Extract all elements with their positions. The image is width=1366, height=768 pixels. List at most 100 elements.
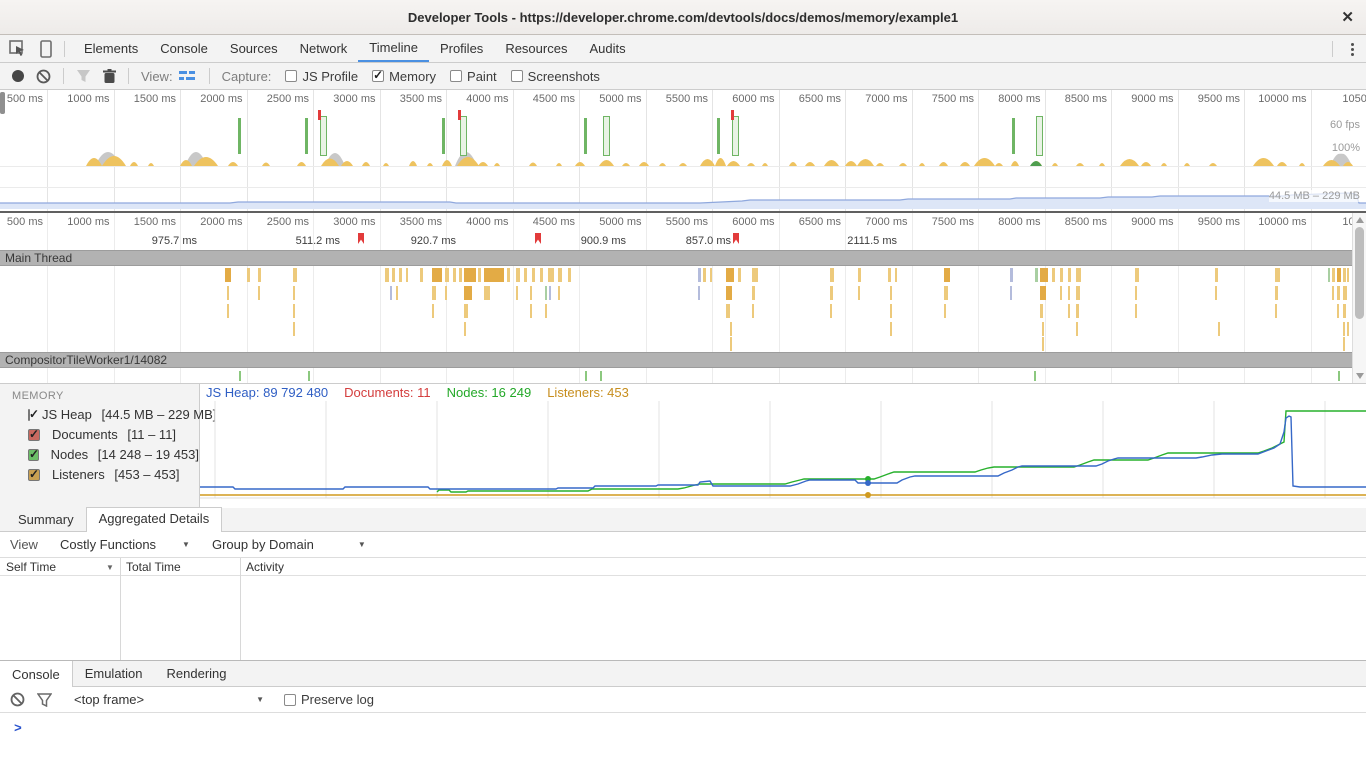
flame-event-bar[interactable] [944, 268, 950, 282]
flame-event-bar[interactable] [549, 286, 551, 300]
capture-paint[interactable]: Paint [450, 69, 497, 84]
compositor-worker-header[interactable]: CompositorTileWorker1/14082 [0, 352, 1352, 368]
flame-event-bar[interactable] [698, 268, 701, 282]
worker-event-bar[interactable] [308, 371, 310, 381]
flame-event-bar[interactable] [558, 268, 562, 282]
counter-documents[interactable]: Documents [11 – 11] [22, 427, 199, 442]
flame-event-bar[interactable] [710, 268, 712, 282]
flame-event-bar[interactable] [752, 286, 755, 300]
flame-event-bar[interactable] [830, 268, 834, 282]
flame-event-bar[interactable] [293, 322, 295, 336]
group-by-domain-select[interactable]: Group by Domain ▼ [212, 537, 366, 552]
flame-event-bar[interactable] [258, 286, 260, 300]
view-mode-icon[interactable] [179, 70, 197, 82]
screenshots-checkbox[interactable] [511, 70, 523, 82]
tab-aggregated-details[interactable]: Aggregated Details [86, 507, 223, 532]
flame-event-bar[interactable] [227, 304, 229, 318]
counter-js-heap[interactable]: JS Heap [44.5 MB – 229 MB] [22, 407, 199, 422]
flame-event-bar[interactable] [484, 286, 490, 300]
flame-event-bar[interactable] [464, 286, 472, 300]
flame-event-bar[interactable] [1068, 286, 1070, 300]
flame-event-bar[interactable] [293, 286, 295, 300]
device-toolbar-icon[interactable] [36, 39, 56, 59]
flame-event-bar[interactable] [1040, 286, 1046, 300]
flame-event-bar[interactable] [895, 268, 897, 282]
flame-event-bar[interactable] [1328, 268, 1330, 282]
flame-event-bar[interactable] [507, 268, 510, 282]
flame-event-bar[interactable] [858, 286, 860, 300]
costly-functions-select[interactable]: Costly Functions ▼ [60, 537, 190, 552]
flame-event-bar[interactable] [390, 286, 392, 300]
flame-event-bar[interactable] [558, 286, 560, 300]
flame-event-bar[interactable] [568, 268, 571, 282]
flame-event-bar[interactable] [1332, 268, 1335, 282]
flame-event-bar[interactable] [1040, 304, 1043, 318]
flame-event-bar[interactable] [396, 286, 398, 300]
flame-event-bar[interactable] [1135, 286, 1137, 300]
flame-event-bar[interactable] [1215, 286, 1217, 300]
main-thread-header[interactable]: Main Thread [0, 250, 1352, 266]
flame-event-bar[interactable] [420, 268, 423, 282]
flame-event-bar[interactable] [432, 286, 436, 300]
record-button[interactable] [12, 70, 24, 82]
capture-screenshots[interactable]: Screenshots [511, 69, 600, 84]
close-icon[interactable]: ✕ [1341, 8, 1354, 26]
flame-event-bar[interactable] [524, 268, 527, 282]
flame-event-bar[interactable] [445, 268, 449, 282]
flame-event-bar[interactable] [1076, 304, 1079, 318]
flame-event-bar[interactable] [478, 268, 481, 282]
flame-chart[interactable]: 500 ms1000 ms1500 ms2000 ms2500 ms3000 m… [0, 213, 1366, 383]
flame-event-bar[interactable] [1060, 286, 1062, 300]
flame-event-bar[interactable] [752, 304, 754, 318]
paint-checkbox[interactable] [450, 70, 462, 82]
kebab-menu-icon[interactable] [1351, 43, 1354, 56]
column-activity[interactable]: Activity [246, 560, 284, 574]
flame-event-bar[interactable] [392, 268, 395, 282]
flame-event-bar[interactable] [484, 268, 504, 282]
flame-event-bar[interactable] [944, 304, 946, 318]
tab-resources[interactable]: Resources [494, 35, 578, 62]
scrollbar-thumb[interactable] [1355, 227, 1364, 319]
flame-event-bar[interactable] [545, 286, 547, 300]
flame-event-bar[interactable] [1135, 268, 1139, 282]
flame-event-bar[interactable] [726, 304, 730, 318]
flame-event-bar[interactable] [1275, 286, 1278, 300]
flame-event-bar[interactable] [1337, 304, 1339, 318]
flame-event-bar[interactable] [944, 286, 948, 300]
memory-counter-graph[interactable] [200, 401, 1366, 503]
flame-event-bar[interactable] [532, 268, 535, 282]
flame-event-bar[interactable] [227, 286, 229, 300]
worker-event-bar[interactable] [239, 371, 241, 381]
flame-event-bar[interactable] [890, 322, 892, 336]
flame-event-bar[interactable] [530, 286, 532, 300]
memory-checkbox[interactable] [372, 70, 384, 82]
flame-event-bar[interactable] [1135, 304, 1137, 318]
flame-event-bar[interactable] [406, 268, 408, 282]
flame-event-bar[interactable] [540, 268, 543, 282]
flame-event-bar[interactable] [703, 268, 706, 282]
flame-event-bar[interactable] [890, 286, 892, 300]
flame-event-bar[interactable] [225, 268, 231, 282]
preserve-log-option[interactable]: Preserve log [284, 692, 374, 707]
flame-event-bar[interactable] [730, 337, 732, 351]
flame-event-bar[interactable] [888, 268, 891, 282]
worker-event-bar[interactable] [585, 371, 587, 381]
tab-summary[interactable]: Summary [6, 509, 86, 531]
js-heap-counter-checkbox[interactable] [28, 409, 30, 421]
flame-event-bar[interactable] [445, 286, 447, 300]
tab-sources[interactable]: Sources [219, 35, 289, 62]
worker-event-bar[interactable] [600, 371, 602, 381]
flame-event-bar[interactable] [545, 304, 547, 318]
trash-icon[interactable] [103, 69, 116, 84]
capture-memory[interactable]: Memory [372, 69, 436, 84]
flame-event-bar[interactable] [516, 286, 518, 300]
column-self-time[interactable]: Self Time [6, 560, 56, 574]
timeline-overview[interactable]: 500 ms1000 ms1500 ms2000 ms2500 ms3000 m… [0, 90, 1366, 211]
flame-event-bar[interactable] [1068, 304, 1070, 318]
flame-event-bar[interactable] [830, 286, 833, 300]
overview-grip[interactable] [0, 92, 5, 114]
flame-event-bar[interactable] [730, 322, 732, 336]
flame-event-bar[interactable] [1343, 304, 1346, 318]
drawer-tab-rendering[interactable]: Rendering [155, 661, 239, 686]
flame-event-bar[interactable] [1052, 268, 1055, 282]
